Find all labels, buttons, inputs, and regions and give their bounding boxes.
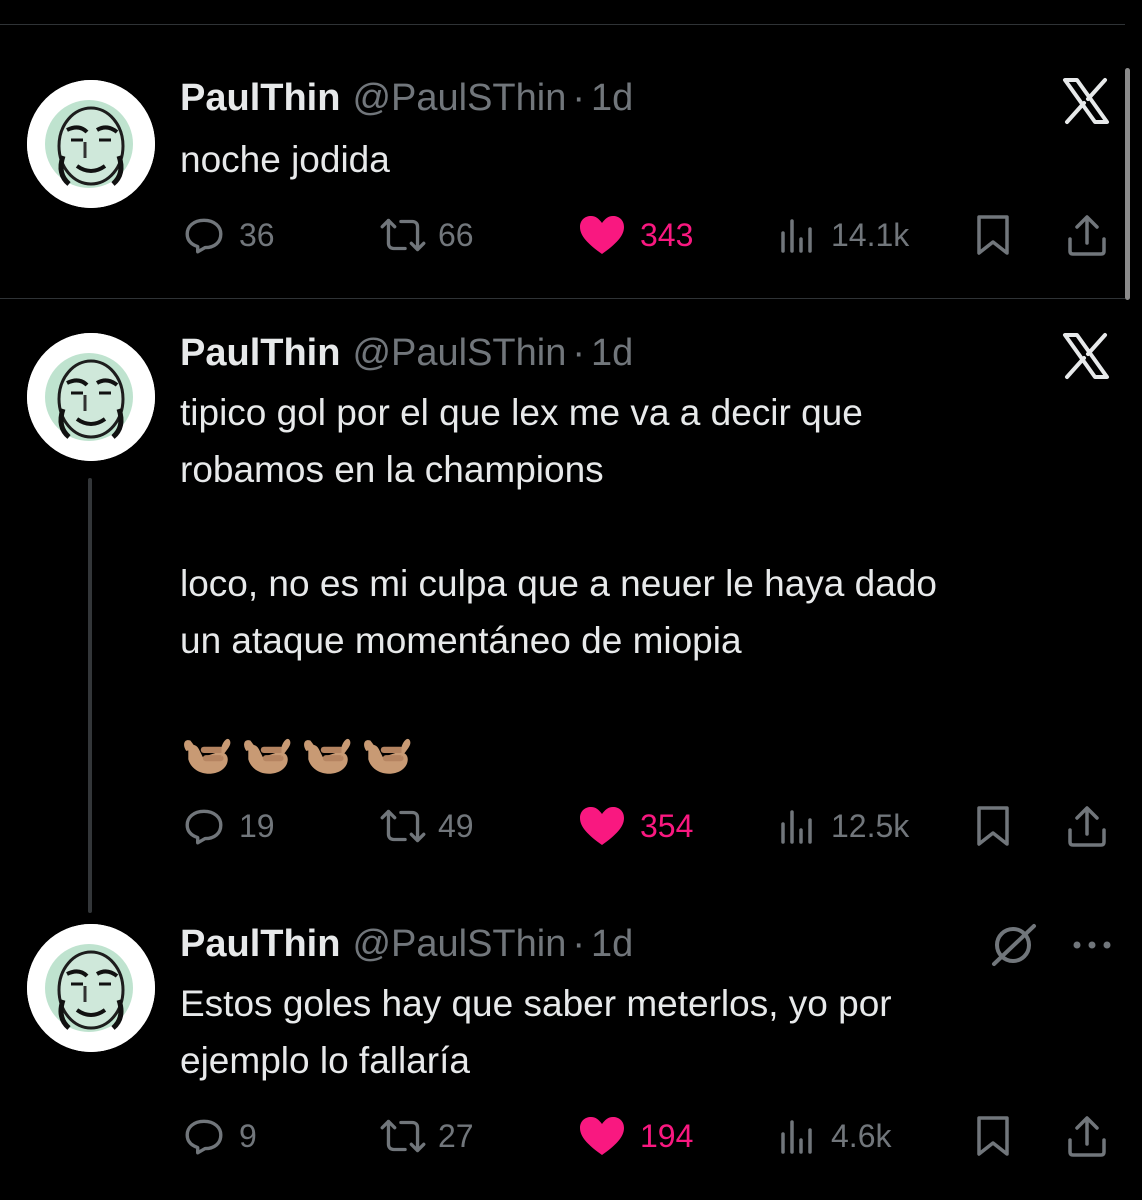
user-handle[interactable]: @PaulSThin xyxy=(352,332,566,374)
tweet-line: un ataque momentáneo de miopia xyxy=(180,620,742,661)
share-button[interactable] xyxy=(1066,1111,1108,1161)
call-me-hand-emoji xyxy=(360,726,414,780)
tweet-line: loco, no es mi culpa que a neuer le haya… xyxy=(180,563,937,604)
tweet-line: noche jodida xyxy=(180,139,390,180)
share-icon xyxy=(1066,213,1108,257)
repost-icon xyxy=(376,214,430,256)
call-me-hand-emoji xyxy=(180,726,234,780)
like-count: 354 xyxy=(640,807,694,844)
dot-separator: · xyxy=(572,332,586,374)
views-count: 12.5k xyxy=(831,807,910,844)
x-logo-icon[interactable] xyxy=(1061,331,1111,386)
views-button[interactable]: 12.5k xyxy=(777,801,909,851)
user-handle[interactable]: @PaulSThin xyxy=(352,923,566,965)
repost-count: 49 xyxy=(438,807,474,844)
tweet-header: PaulThin @PaulSThin · 1d xyxy=(180,331,633,375)
views-chart-icon xyxy=(777,1116,817,1156)
reply-button[interactable]: 19 xyxy=(183,801,275,851)
tweet-line xyxy=(180,498,1100,555)
views-chart-icon xyxy=(777,806,817,846)
reply-button[interactable]: 36 xyxy=(183,210,275,260)
like-heart-icon xyxy=(578,214,626,256)
tweet-header: PaulThin @PaulSThin · 1d xyxy=(180,76,633,120)
repost-button[interactable]: 49 xyxy=(376,801,474,851)
share-icon xyxy=(1066,1114,1108,1158)
dot-separator: · xyxy=(572,923,586,965)
repost-icon xyxy=(376,1115,430,1157)
views-chart-icon xyxy=(777,215,817,255)
like-button[interactable]: 194 xyxy=(578,1111,693,1161)
emoji-row xyxy=(180,726,1100,780)
reply-count: 9 xyxy=(239,1117,257,1154)
tweet-text: tipico gol por el que lex me va a decir … xyxy=(180,384,1100,780)
bookmark-button[interactable] xyxy=(973,801,1013,851)
grok-icon[interactable] xyxy=(988,920,1038,975)
repost-button[interactable]: 66 xyxy=(376,210,474,260)
tweet-actions: 9 27 194 4.6k xyxy=(0,1111,1142,1161)
like-button[interactable]: 343 xyxy=(578,210,693,260)
tweet-line xyxy=(180,669,1100,726)
scrollbar[interactable] xyxy=(1125,68,1130,300)
tweet-actions: 19 49 354 12.5k xyxy=(0,801,1142,851)
user-handle[interactable]: @PaulSThin xyxy=(352,77,566,119)
tweet-line: ejemplo lo fallaría xyxy=(180,1040,470,1081)
reply-icon xyxy=(183,1115,225,1157)
share-icon xyxy=(1066,804,1108,848)
reply-icon xyxy=(183,805,225,847)
reply-count: 36 xyxy=(239,216,275,253)
share-button[interactable] xyxy=(1066,210,1108,260)
repost-button[interactable]: 27 xyxy=(376,1111,474,1161)
tweet-actions: 36 66 343 14.1k xyxy=(0,210,1142,260)
display-name[interactable]: PaulThin xyxy=(180,332,340,374)
repost-icon xyxy=(376,805,430,847)
repost-count: 66 xyxy=(438,216,474,253)
display-name[interactable]: PaulThin xyxy=(180,923,340,965)
bookmark-button[interactable] xyxy=(973,1111,1013,1161)
share-button[interactable] xyxy=(1066,801,1108,851)
bookmark-icon xyxy=(973,213,1013,257)
call-me-hand-emoji xyxy=(300,726,354,780)
tweet-line: tipico gol por el que lex me va a decir … xyxy=(180,392,863,433)
views-count: 14.1k xyxy=(831,216,910,253)
avatar[interactable] xyxy=(27,924,155,1052)
avatar[interactable] xyxy=(27,80,155,208)
like-heart-icon xyxy=(578,1115,626,1157)
tweet-text: noche jodida xyxy=(180,131,1100,188)
tweet-line: Estos goles hay que saber meterlos, yo p… xyxy=(180,983,892,1024)
bookmark-button[interactable] xyxy=(973,210,1013,260)
timestamp[interactable]: 1d xyxy=(591,77,633,119)
avatar[interactable] xyxy=(27,333,155,461)
x-logo-icon[interactable] xyxy=(1061,76,1111,131)
timestamp[interactable]: 1d xyxy=(591,332,633,374)
tweet-divider xyxy=(0,298,1125,299)
top-divider xyxy=(0,24,1125,25)
more-dots-icon[interactable] xyxy=(1070,930,1114,965)
timestamp[interactable]: 1d xyxy=(591,923,633,965)
bookmark-icon xyxy=(973,1114,1013,1158)
tweet-text: Estos goles hay que saber meterlos, yo p… xyxy=(180,975,1100,1089)
reply-button[interactable]: 9 xyxy=(183,1111,257,1161)
views-button[interactable]: 14.1k xyxy=(777,210,909,260)
tweet-header: PaulThin @PaulSThin · 1d xyxy=(180,922,633,966)
bookmark-icon xyxy=(973,804,1013,848)
repost-count: 27 xyxy=(438,1117,474,1154)
reply-count: 19 xyxy=(239,807,275,844)
like-count: 194 xyxy=(640,1117,694,1154)
reply-icon xyxy=(183,214,225,256)
like-count: 343 xyxy=(640,216,694,253)
like-button[interactable]: 354 xyxy=(578,801,693,851)
tweet-line: robamos en la champions xyxy=(180,449,604,490)
display-name[interactable]: PaulThin xyxy=(180,77,340,119)
dot-separator: · xyxy=(572,77,586,119)
call-me-hand-emoji xyxy=(240,726,294,780)
like-heart-icon xyxy=(578,805,626,847)
views-count: 4.6k xyxy=(831,1117,892,1154)
views-button[interactable]: 4.6k xyxy=(777,1111,891,1161)
